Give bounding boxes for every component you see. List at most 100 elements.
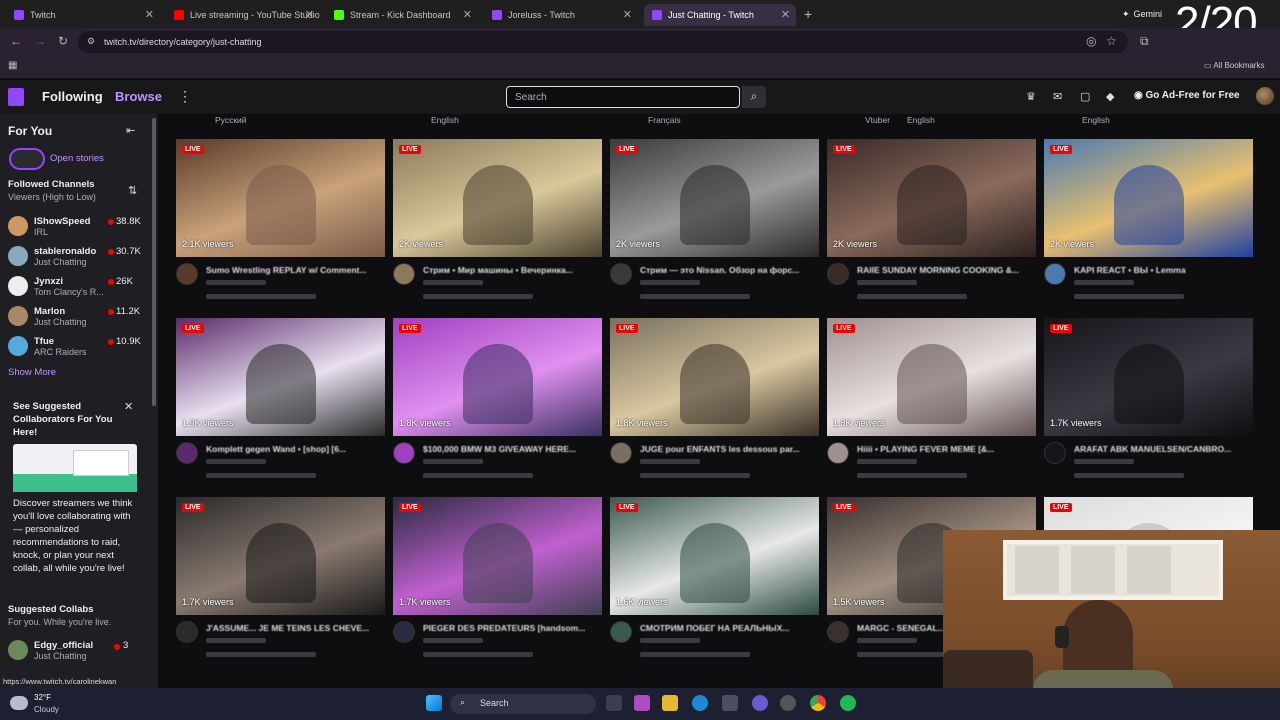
whispers-icon[interactable]: ▢ xyxy=(1080,90,1090,103)
weather-temp[interactable]: 32°F xyxy=(34,693,51,702)
file-explorer-icon[interactable] xyxy=(662,695,678,711)
stream-title[interactable]: JUGE pour ENFANTS les dessous par... xyxy=(640,444,820,454)
stream-thumbnail[interactable]: LIVE 2K viewers xyxy=(610,139,819,257)
open-stories-link[interactable]: Open stories xyxy=(50,153,104,164)
stream-thumbnail[interactable]: LIVE 2K viewers xyxy=(1044,139,1253,257)
close-icon[interactable]: ✕ xyxy=(463,8,472,21)
user-avatar[interactable] xyxy=(1256,87,1274,105)
avatar[interactable] xyxy=(1044,263,1066,285)
avatar[interactable] xyxy=(176,621,198,643)
windows-start-icon[interactable] xyxy=(426,695,442,711)
bookmark-star-icon[interactable]: ☆ xyxy=(1106,34,1117,48)
close-icon[interactable]: ✕ xyxy=(145,8,154,21)
sidebar-scrollbar-thumb[interactable] xyxy=(152,118,156,406)
browser-tab[interactable]: Live streaming - YouTube Studio ✕ xyxy=(166,4,320,26)
copilot-icon[interactable] xyxy=(634,695,650,711)
eye-off-icon[interactable]: ◎ xyxy=(1086,34,1096,48)
stream-title[interactable]: Sumo Wrestling REPLAY w/ Comment... xyxy=(206,265,386,275)
avatar[interactable] xyxy=(827,263,849,285)
stream-thumbnail[interactable]: LIVE 1.7K viewers xyxy=(1044,318,1253,436)
stream-thumbnail[interactable]: LIVE 1.9K viewers xyxy=(176,318,385,436)
stream-thumbnail[interactable]: LIVE 1.8K viewers xyxy=(827,318,1036,436)
stream-title[interactable]: Komplett gegen Wand • [shop] [6... xyxy=(206,444,386,454)
stream-title[interactable]: $100,000 BMW M3 GIVEAWAY HERE... xyxy=(423,444,603,454)
chrome-icon[interactable] xyxy=(810,695,826,711)
stream-thumbnail[interactable]: LIVE 1.7K viewers xyxy=(393,497,602,615)
avatar[interactable] xyxy=(1044,442,1066,464)
browser-tab[interactable]: Joreluss - Twitch ✕ xyxy=(484,4,638,26)
apps-grid-icon[interactable]: ▦ xyxy=(8,60,17,71)
avatar[interactable] xyxy=(8,306,28,326)
stream-title[interactable]: СМОТРИМ ПОБЕГ НА РЕАЛЬНЫХ... xyxy=(640,623,820,633)
language-tag[interactable]: English xyxy=(431,115,459,125)
avatar[interactable] xyxy=(610,621,632,643)
language-tag[interactable]: English xyxy=(1082,115,1110,125)
stream-title[interactable]: KAPI REACT • ВЫ • Lemma xyxy=(1074,265,1254,275)
avatar[interactable] xyxy=(827,442,849,464)
language-tag[interactable]: Vtuber xyxy=(865,115,890,125)
reload-icon[interactable]: ↻ xyxy=(58,34,68,48)
browser-tab[interactable]: Stream - Kick Dashboard ✕ xyxy=(326,4,478,26)
stream-thumbnail[interactable]: LIVE 2K viewers xyxy=(827,139,1036,257)
language-tag[interactable]: Русский xyxy=(215,115,247,125)
search-input[interactable]: Search xyxy=(506,86,740,108)
avatar[interactable] xyxy=(176,442,198,464)
browser-tab[interactable]: Just Chatting - Twitch ✕ xyxy=(644,4,796,26)
stream-title[interactable]: RAIIE SUNDAY MORNING COOKING &... xyxy=(857,265,1037,275)
extensions-icon[interactable]: ⧉ xyxy=(1140,34,1149,49)
more-vertical-icon[interactable]: ⋮ xyxy=(178,88,192,105)
collab-name[interactable]: Edgy_official xyxy=(34,640,93,651)
new-tab-button[interactable]: + xyxy=(804,6,812,22)
avatar[interactable] xyxy=(8,216,28,236)
stream-title[interactable]: Стрим • Мир машины • Вечеринка... xyxy=(423,265,603,275)
settings-gear-icon[interactable] xyxy=(780,695,796,711)
sidebar-channel-name[interactable]: Jynxzi xyxy=(34,276,63,287)
stream-title[interactable]: Стрим — это Nissan. Обзор на форс... xyxy=(640,265,820,275)
task-view-icon[interactable] xyxy=(606,695,622,711)
stream-thumbnail[interactable]: LIVE 1.8K viewers xyxy=(610,318,819,436)
stream-title[interactable]: J'ASSUME... JE ME TEINS LES CHEVE... xyxy=(206,623,386,633)
store-icon[interactable] xyxy=(722,695,738,711)
back-icon[interactable]: ← xyxy=(10,34,22,48)
discord-icon[interactable] xyxy=(752,695,768,711)
sidebar-channel-name[interactable]: Marlon xyxy=(34,306,65,317)
nav-browse[interactable]: Browse xyxy=(115,89,162,104)
avatar[interactable] xyxy=(176,263,198,285)
stream-thumbnail[interactable]: LIVE 1.7K viewers xyxy=(176,497,385,615)
gemini-button[interactable]: ✦ Gemini xyxy=(1122,5,1178,23)
sort-icon[interactable]: ⇅ xyxy=(128,184,137,197)
weather-condition[interactable]: Cloudy xyxy=(34,705,59,714)
stream-title[interactable]: Hiiii • PLAYING FEVER MEME [&... xyxy=(857,444,1037,454)
collapse-sidebar-icon[interactable]: ⇤ xyxy=(126,124,135,137)
language-tag[interactable]: English xyxy=(907,115,935,125)
inbox-icon[interactable]: ✉ xyxy=(1053,90,1062,103)
stream-thumbnail[interactable]: LIVE 1.6K viewers xyxy=(610,497,819,615)
avatar[interactable] xyxy=(827,621,849,643)
edge-icon[interactable] xyxy=(692,695,708,711)
site-info-icon[interactable]: ⚙ xyxy=(87,36,95,47)
all-bookmarks[interactable]: ▭ All Bookmarks xyxy=(1204,61,1264,70)
show-more-link[interactable]: Show More xyxy=(8,367,56,378)
nav-following[interactable]: Following xyxy=(42,89,103,104)
avatar[interactable] xyxy=(8,276,28,296)
go-ad-free-button[interactable]: ◉ Go Ad-Free for Free xyxy=(1134,90,1240,101)
stream-title[interactable]: ARAFAT ABK MANUELSEN/CANBRO... xyxy=(1074,444,1254,454)
language-tag[interactable]: Français xyxy=(648,115,681,125)
bits-icon[interactable]: ◆ xyxy=(1106,90,1114,103)
close-icon[interactable]: ✕ xyxy=(305,8,314,21)
stories-avatars[interactable] xyxy=(9,148,45,170)
avatar[interactable] xyxy=(610,263,632,285)
url-field[interactable]: ⚙ twitch.tv/directory/category/just-chatt… xyxy=(78,31,1128,53)
twitch-logo-icon[interactable] xyxy=(8,88,24,106)
sidebar-channel-name[interactable]: Tfue xyxy=(34,336,54,347)
forward-icon[interactable]: → xyxy=(34,34,46,48)
avatar[interactable] xyxy=(393,263,415,285)
avatar[interactable] xyxy=(610,442,632,464)
stream-thumbnail[interactable]: LIVE 2.1K viewers xyxy=(176,139,385,257)
taskbar-search[interactable]: ⌕ Search xyxy=(450,694,596,714)
stream-thumbnail[interactable]: LIVE 2K viewers xyxy=(393,139,602,257)
search-icon[interactable]: ⌕ xyxy=(742,86,766,108)
avatar[interactable] xyxy=(393,442,415,464)
avatar[interactable] xyxy=(8,246,28,266)
sidebar-channel-name[interactable]: stableronaldo xyxy=(34,246,96,257)
